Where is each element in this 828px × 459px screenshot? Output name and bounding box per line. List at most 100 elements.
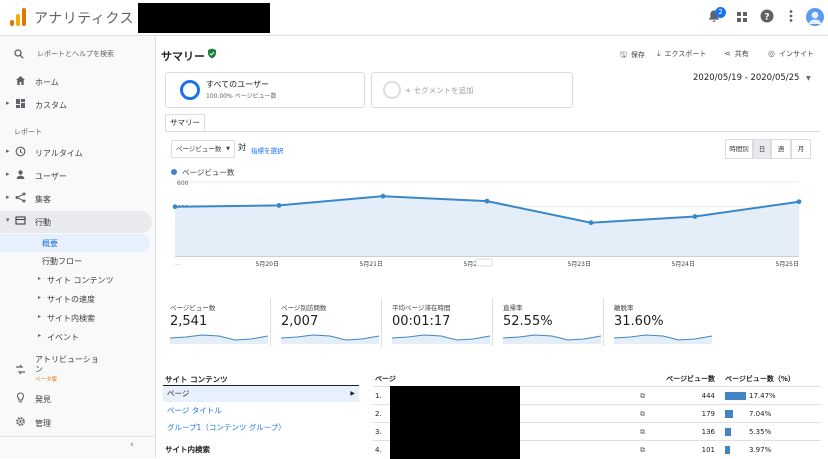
data-point[interactable] bbox=[172, 204, 178, 210]
insights-label: インサイト bbox=[778, 50, 814, 58]
chevron-right-icon: ▸ bbox=[38, 275, 42, 282]
sidebar-item-events[interactable]: ▸ イベント bbox=[0, 328, 150, 346]
sidebar-item-admin[interactable]: 管理 bbox=[0, 412, 152, 434]
sidebar-item-home[interactable]: ホーム bbox=[0, 71, 152, 93]
help-icon[interactable]: ? bbox=[759, 9, 775, 25]
data-point[interactable] bbox=[588, 220, 594, 226]
sidebar-item-custom[interactable]: ▸ カスタム bbox=[0, 94, 152, 116]
more-vert-icon[interactable] bbox=[783, 9, 799, 25]
sidebar-item-site-speed[interactable]: ▸ サイトの速度 bbox=[0, 290, 150, 308]
sparkline bbox=[281, 334, 379, 344]
vs-label: 対 bbox=[238, 143, 246, 152]
add-segment-label: + セグメントを追加 bbox=[405, 86, 474, 95]
open-link-icon[interactable]: ⧉ bbox=[640, 423, 645, 441]
data-point[interactable] bbox=[692, 214, 698, 219]
open-link-icon[interactable]: ⧉ bbox=[640, 387, 645, 405]
redacted-page-path bbox=[390, 404, 520, 423]
granularity-hourly-button[interactable]: 時間別 bbox=[725, 139, 753, 159]
chevron-right-icon: ▶ bbox=[350, 390, 355, 397]
col-header-pageviews[interactable]: ページビュー数 bbox=[663, 372, 715, 386]
share-button[interactable]: ⋖ 共有 bbox=[724, 49, 749, 59]
table-row[interactable]: 1. ⧉ 444 17.47% bbox=[373, 386, 821, 405]
open-link-icon[interactable]: ⧉ bbox=[640, 441, 645, 459]
sidebar-item-site-search[interactable]: ▸ サイト内検索 bbox=[0, 309, 150, 327]
scorecard-exit-rate[interactable]: 離脱率 31.60% bbox=[611, 298, 715, 346]
sidebar-item-acquisition[interactable]: ▸ 集客 bbox=[0, 188, 152, 210]
sidebar-item-attribution[interactable]: アトリビューショ ン ベータ版 bbox=[0, 352, 152, 384]
row-number: 1. bbox=[375, 392, 382, 400]
export-button[interactable]: ⤓ エクスポート bbox=[657, 49, 706, 59]
data-point[interactable] bbox=[484, 198, 490, 204]
granularity-day-button[interactable]: 日 bbox=[753, 139, 771, 159]
sidebar-item-behavior[interactable]: ▾ 行動 bbox=[0, 211, 152, 233]
account-avatar[interactable] bbox=[806, 8, 824, 26]
open-link-icon[interactable]: ⧉ bbox=[640, 405, 645, 423]
scorecard-avg-time-on-page[interactable]: 平均ページ滞在時間 00:01:17 bbox=[389, 298, 493, 346]
sidebar-item-label: サイトの速度 bbox=[47, 295, 95, 304]
sidebar: レポートとヘルプを検索 ホーム ▸ カスタム レポート ▸ リアルタイム ▸ ユ… bbox=[0, 36, 156, 458]
sidebar-item-site-content[interactable]: ▸ サイト コンテンツ bbox=[0, 271, 150, 289]
save-icon: 🖫 bbox=[620, 50, 627, 59]
sidebar-divider bbox=[0, 436, 156, 437]
row-pct: 7.04% bbox=[749, 410, 772, 418]
col-header-page[interactable]: ページ bbox=[375, 372, 396, 386]
scorecard-value: 2,541 bbox=[170, 314, 208, 329]
chevron-right-icon: ▸ bbox=[6, 147, 10, 155]
sidebar-item-discover[interactable]: 発見 bbox=[0, 388, 152, 410]
data-point[interactable] bbox=[380, 193, 386, 199]
scorecard-pageviews[interactable]: ページビュー数 2,541 bbox=[167, 298, 271, 346]
segment-all-users[interactable]: すべてのユーザー 100.00% ページビュー数 bbox=[165, 72, 365, 108]
granularity-month-button[interactable]: 月 bbox=[791, 139, 811, 159]
data-point[interactable] bbox=[796, 199, 802, 205]
table-row[interactable]: 4. ⧉ 101 3.97% bbox=[373, 440, 821, 459]
add-segment-card[interactable]: + セグメントを追加 bbox=[371, 72, 573, 108]
row-pageviews: 101 bbox=[701, 446, 715, 454]
dimension-row-page-title[interactable]: ページ タイトル bbox=[163, 403, 359, 419]
apps-grid-icon[interactable] bbox=[734, 9, 750, 25]
chart-legend[interactable]: ページビュー数 bbox=[171, 167, 234, 178]
main-content: サマリー 🖫 保存 ⤓ エクスポート ⋖ 共有 ◎ インサイト すべてのユーザー 100… bbox=[157, 36, 828, 459]
data-point[interactable] bbox=[276, 203, 282, 208]
analytics-logo-icon[interactable] bbox=[10, 8, 26, 26]
redacted-page-path bbox=[390, 440, 520, 459]
clock-icon bbox=[14, 146, 26, 158]
row-pct-bar bbox=[725, 392, 746, 400]
scorecard-bounce-rate[interactable]: 直帰率 52.55% bbox=[500, 298, 604, 346]
sidebar-item-label: リアルタイム bbox=[35, 149, 83, 158]
date-range-picker[interactable]: 2020/05/19 - 2020/05/25 ▼ bbox=[693, 73, 811, 83]
table-row[interactable]: 2. ⧉ 179 7.04% bbox=[373, 404, 821, 423]
pageviews-line-chart[interactable]: 6004002005月20日5月21日5月22日5月23日5月24日5月25日.… bbox=[157, 178, 813, 278]
save-button[interactable]: 🖫 保存 bbox=[620, 49, 645, 63]
dimension-row-content-group[interactable]: グループ1（コンテンツ グループ） bbox=[163, 420, 359, 436]
attribution-icon bbox=[14, 364, 26, 376]
sidebar-item-overview[interactable]: 概要 bbox=[0, 234, 150, 252]
sidebar-item-behavior-flow[interactable]: 行動フロー bbox=[0, 252, 150, 270]
sidebar-item-label: 行動 bbox=[35, 218, 51, 227]
row-pct-bar bbox=[725, 410, 733, 418]
collapse-sidebar-icon[interactable]: ‹ bbox=[130, 440, 134, 450]
chevron-right-icon: ▸ bbox=[6, 99, 10, 107]
metric-select[interactable]: ページビュー数 ▼ bbox=[171, 140, 235, 158]
choose-metric-link[interactable]: 指標を選択 bbox=[251, 145, 284, 155]
row-pct: 17.47% bbox=[749, 392, 776, 400]
row-number: 4. bbox=[375, 446, 382, 454]
scorecard-value: 2,007 bbox=[281, 314, 319, 329]
sidebar-search[interactable]: レポートとヘルプを検索 bbox=[0, 44, 156, 64]
scorecard-unique-pageviews[interactable]: ページ別訪問数 2,007 bbox=[278, 298, 382, 346]
chevron-right-icon: ▸ bbox=[6, 193, 10, 201]
tab-summary[interactable]: サマリー bbox=[165, 114, 205, 132]
dimension-row-page[interactable]: ページ ▶ bbox=[163, 386, 359, 402]
granularity-week-button[interactable]: 週 bbox=[771, 139, 791, 159]
legend-series-label: ページビュー数 bbox=[182, 168, 235, 177]
sidebar-item-realtime[interactable]: ▸ リアルタイム bbox=[0, 142, 152, 164]
chart-expand-handle[interactable] bbox=[475, 258, 493, 267]
insights-button[interactable]: ◎ インサイト bbox=[768, 49, 814, 59]
sidebar-item-users[interactable]: ▸ ユーザー bbox=[0, 165, 152, 187]
table-row[interactable]: 3. ⧉ 136 5.35% bbox=[373, 422, 821, 441]
col-header-pageviews-pct[interactable]: ページビュー数（%） bbox=[725, 372, 795, 386]
dimension-table-header: サイト コンテンツ bbox=[165, 375, 228, 384]
export-label: エクスポート bbox=[664, 50, 707, 58]
scorecard-label: ページビュー数 bbox=[170, 304, 216, 312]
share-icon: ⋖ bbox=[724, 49, 731, 58]
home-icon bbox=[14, 75, 26, 87]
